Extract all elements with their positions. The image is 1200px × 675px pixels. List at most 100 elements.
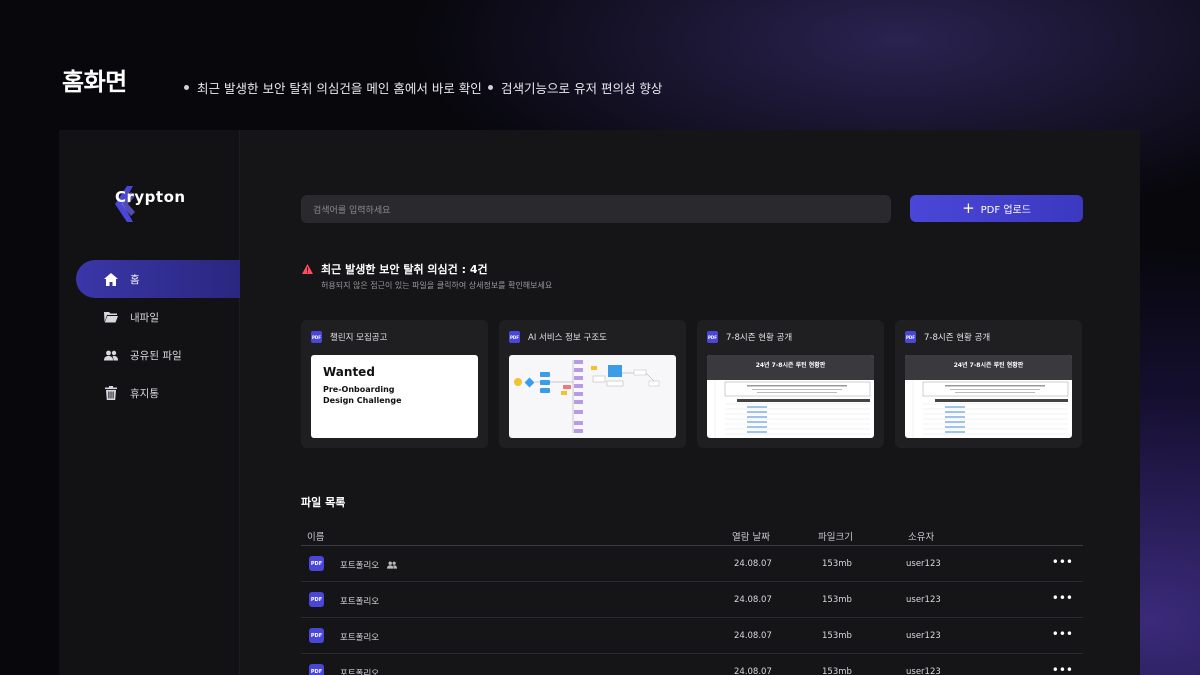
- card-header: PDF 7-8시즌 현황 공개: [707, 331, 792, 343]
- home-icon: [104, 272, 118, 286]
- column-header-size[interactable]: 파일크기: [818, 529, 853, 543]
- thumbnail-subheading: [707, 372, 874, 380]
- folder-icon: [104, 310, 118, 324]
- pdf-file-icon: PDF: [311, 331, 322, 343]
- main-content: 검색어를 입력하세요 + PDF 업로드 최근 발생한 보안 탈취 의심건 : …: [240, 130, 1140, 675]
- card-header: PDF 7-8시즌 현황 공개: [905, 331, 990, 343]
- sidebar-item-label: 홈: [130, 273, 140, 286]
- table-thumbnail-icon: [714, 380, 871, 438]
- table-row[interactable]: PDF 포트폴리오 24.08.07 153mb user123 •••: [301, 618, 1083, 654]
- sidebar: Crypton 홈 내파일 공유된 파일 휴지통: [59, 130, 240, 675]
- pdf-file-icon: PDF: [309, 628, 324, 643]
- thumbnail-heading: Wanted: [323, 365, 375, 379]
- file-name-text: 포트폴리오: [340, 561, 380, 571]
- sidebar-item-label: 휴지통: [130, 387, 159, 400]
- thumbnail-line: Design Challenge: [323, 396, 402, 405]
- bullet-text: 검색기능으로 유저 편의성 향상: [501, 81, 663, 96]
- file-date: 24.08.07: [734, 559, 772, 569]
- search-input[interactable]: 검색어를 입력하세요: [301, 195, 891, 223]
- file-date: 24.08.07: [734, 667, 772, 675]
- users-icon: [104, 348, 118, 362]
- pdf-file-icon: PDF: [309, 556, 324, 571]
- file-size: 153mb: [822, 595, 852, 605]
- file-size: 153mb: [822, 667, 852, 675]
- alert-card[interactable]: PDF 챌린지 모집공고 Wanted Pre-Onboarding Desig…: [301, 320, 488, 448]
- sidebar-item-trash[interactable]: 휴지통: [76, 374, 240, 412]
- table-thumbnail-icon: [912, 380, 1069, 438]
- file-table-body: PDF 포트폴리오 24.08.07 153mb user123 ••• PDF…: [301, 546, 1083, 675]
- card-title: 7-8시즌 현황 공개: [924, 333, 991, 343]
- logo[interactable]: Crypton: [113, 186, 186, 222]
- column-header-owner[interactable]: 소유자: [908, 529, 934, 543]
- sidebar-item-label: 공유된 파일: [130, 349, 182, 362]
- pdf-file-icon: PDF: [707, 331, 718, 343]
- pdf-file-icon: PDF: [509, 331, 520, 343]
- upload-label: PDF 업로드: [980, 205, 1031, 216]
- alert-card[interactable]: PDF 7-8시즌 현황 공개 24년 7-8시즌 루틴 현황판: [895, 320, 1082, 448]
- card-thumbnail: [509, 355, 676, 438]
- column-header-date[interactable]: 열람 날짜: [732, 529, 770, 543]
- alert-card[interactable]: PDF AI 서비스 정보 구조도: [499, 320, 686, 448]
- alert-title: 최근 발생한 보안 탈취 의심건 : 4건: [302, 261, 488, 277]
- slide-bullet-2: 검색기능으로 유저 편의성 향상: [488, 78, 662, 97]
- pdf-file-icon: PDF: [309, 592, 324, 607]
- file-date: 24.08.07: [734, 631, 772, 641]
- file-size: 153mb: [822, 559, 852, 569]
- thumbnail-heading: 24년 7-8시즌 루틴 현황판: [905, 355, 1072, 372]
- sidebar-item-label: 내파일: [130, 311, 159, 324]
- card-header: PDF 챌린지 모집공고: [311, 331, 387, 343]
- alert-cards: PDF 챌린지 모집공고 Wanted Pre-Onboarding Desig…: [301, 320, 1082, 448]
- card-title: 7-8시즌 현황 공개: [726, 333, 793, 343]
- alert-subtitle: 허용되지 않은 접근이 있는 파일을 클릭하여 상세정보를 확인해보세요: [321, 281, 553, 290]
- slide-title: 홈화면: [62, 68, 127, 96]
- file-name: 포트폴리오: [340, 559, 398, 571]
- more-options-icon[interactable]: •••: [1052, 555, 1073, 569]
- card-title: AI 서비스 정보 구조도: [528, 333, 607, 343]
- search-placeholder: 검색어를 입력하세요: [313, 205, 391, 216]
- sidebar-item-shared-files[interactable]: 공유된 파일: [76, 336, 240, 374]
- more-options-icon[interactable]: •••: [1052, 627, 1073, 641]
- more-options-icon[interactable]: •••: [1052, 591, 1073, 605]
- plus-icon: +: [962, 199, 975, 217]
- sidebar-item-home[interactable]: 홈: [76, 260, 240, 298]
- card-header: PDF AI 서비스 정보 구조도: [509, 331, 607, 343]
- table-row[interactable]: PDF 포트폴리오 24.08.07 153mb user123 •••: [301, 546, 1083, 582]
- logo-text: Crypton: [115, 188, 186, 206]
- bullet-dot: [184, 85, 189, 90]
- thumbnail-subheading: [905, 372, 1072, 380]
- more-options-icon[interactable]: •••: [1052, 663, 1073, 675]
- table-row[interactable]: PDF 포트폴리오 24.08.07 153mb user123 •••: [301, 582, 1083, 618]
- sidebar-nav: 홈 내파일 공유된 파일 휴지통: [76, 260, 240, 412]
- pdf-file-icon: PDF: [905, 331, 916, 343]
- trash-icon: [104, 386, 118, 400]
- file-name: 포트폴리오: [340, 597, 380, 607]
- file-name: 포트폴리오: [340, 669, 380, 675]
- thumbnail-heading: 24년 7-8시즌 루틴 현황판: [707, 355, 874, 372]
- card-thumbnail: 24년 7-8시즌 루틴 현황판: [707, 355, 874, 438]
- file-size: 153mb: [822, 631, 852, 641]
- bullet-text: 최근 발생한 보안 탈취 의심건을 메인 홈에서 바로 확인: [197, 81, 482, 96]
- sidebar-item-my-files[interactable]: 내파일: [76, 298, 240, 336]
- card-thumbnail: Wanted Pre-Onboarding Design Challenge: [311, 355, 478, 438]
- file-owner: user123: [906, 595, 941, 605]
- thumbnail-line: Pre-Onboarding: [323, 385, 395, 394]
- table-row[interactable]: PDF 포트폴리오 24.08.07 153mb user123 •••: [301, 654, 1083, 675]
- column-header-name[interactable]: 이름: [307, 529, 324, 543]
- alert-title-text: 최근 발생한 보안 탈취 의심건 : 4건: [321, 263, 488, 276]
- file-owner: user123: [906, 667, 941, 675]
- bullet-dot: [488, 85, 493, 90]
- file-table-header: 이름 열람 날짜 파일크기 소유자: [301, 526, 1083, 546]
- app-window: Crypton 홈 내파일 공유된 파일 휴지통 검색어를 입력하세요 + PD…: [59, 130, 1140, 675]
- warning-icon: [302, 264, 313, 274]
- slide-bullet-1: 최근 발생한 보안 탈취 의심건을 메인 홈에서 바로 확인: [184, 78, 482, 97]
- shared-users-icon: [387, 561, 398, 569]
- file-list-title: 파일 목록: [301, 496, 346, 509]
- alert-card[interactable]: PDF 7-8시즌 현황 공개 24년 7-8시즌 루틴 현황판: [697, 320, 884, 448]
- card-thumbnail: 24년 7-8시즌 루틴 현황판: [905, 355, 1072, 438]
- file-date: 24.08.07: [734, 595, 772, 605]
- file-name: 포트폴리오: [340, 633, 380, 643]
- pdf-upload-button[interactable]: + PDF 업로드: [910, 195, 1083, 222]
- file-owner: user123: [906, 559, 941, 569]
- diagram-thumbnail-icon: [514, 360, 660, 433]
- pdf-file-icon: PDF: [309, 664, 324, 675]
